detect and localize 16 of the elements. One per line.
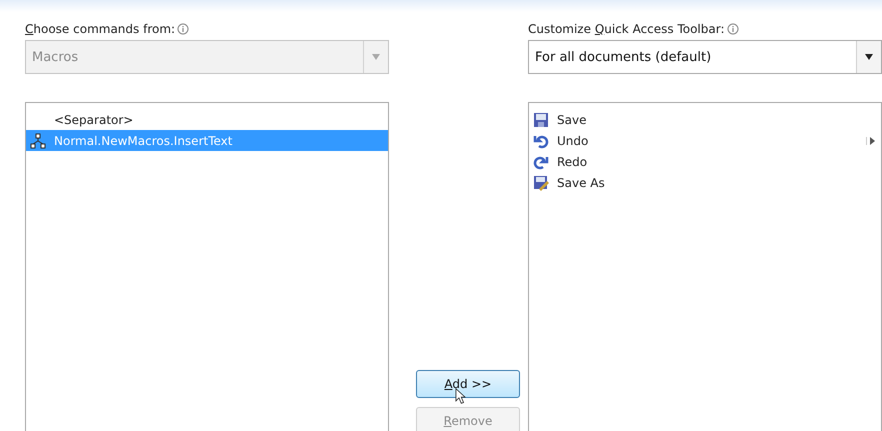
- info-icon: [726, 23, 739, 35]
- action-button[interactable]: Add >>: [416, 370, 520, 398]
- list-item[interactable]: Save: [529, 109, 881, 130]
- floppy-pencil-icon: [533, 174, 549, 190]
- field-label: Choose commands from:: [25, 18, 389, 40]
- dropdown-arrow-icon: [865, 54, 873, 60]
- flowchart-icon: [30, 132, 46, 148]
- field-label: Customize Quick Access Toolbar:: [528, 18, 882, 40]
- mouse-cursor-icon: [455, 388, 466, 404]
- dropdown-arrow-icon: [372, 54, 380, 60]
- info-icon: [177, 23, 190, 35]
- list-item[interactable]: <Separator>: [26, 109, 388, 130]
- list-item[interactable]: Redo: [529, 151, 881, 172]
- dropdown[interactable]: For all documents (default): [528, 40, 882, 74]
- list-item[interactable]: Undo: [529, 130, 881, 151]
- list-item[interactable]: Save As: [529, 172, 881, 193]
